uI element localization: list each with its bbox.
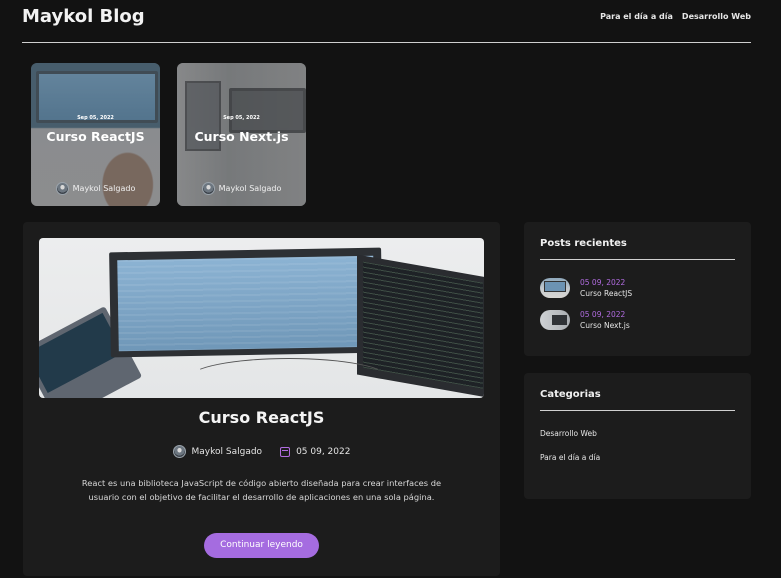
- avatar-icon: [201, 182, 215, 195]
- categories-heading: Categorias: [540, 389, 601, 400]
- post-title[interactable]: Curso ReactJS: [23, 408, 500, 427]
- site-header: Maykol Blog Para el día a día Desarrollo…: [22, 0, 751, 43]
- featured-card-reactjs[interactable]: Sep 05, 2022 Curso ReactJS Maykol Salgad…: [31, 63, 160, 206]
- divider: [540, 410, 735, 411]
- post-author: Maykol Salgado: [191, 446, 263, 457]
- avatar-icon: [55, 182, 69, 195]
- featured-card-nextjs[interactable]: Sep 05, 2022 Curso Next.js Maykol Salgad…: [177, 63, 306, 206]
- post-meta: Maykol Salgado 05 09, 2022: [23, 445, 500, 458]
- featured-card-author-name: Maykol Salgado: [72, 184, 136, 193]
- continue-reading-button[interactable]: Continuar leyendo: [204, 533, 319, 558]
- recent-post-title[interactable]: Curso Next.js: [580, 321, 630, 330]
- post-excerpt: React es una biblioteca JavaScript de có…: [81, 478, 442, 502]
- cable-illustration: [189, 358, 389, 398]
- categories-widget: Categorias Desarrollo Web Para el día a …: [524, 373, 751, 499]
- featured-card-title[interactable]: Curso Next.js: [177, 129, 306, 144]
- post-image[interactable]: [39, 238, 484, 398]
- site-brand[interactable]: Maykol Blog: [22, 6, 145, 27]
- recent-post-date: 05 09, 2022: [580, 278, 626, 287]
- recent-post-item[interactable]: 05 09, 2022 Curso Next.js: [540, 310, 630, 330]
- recent-post-thumbnail[interactable]: [540, 278, 570, 298]
- featured-card-author-name: Maykol Salgado: [218, 184, 282, 193]
- category-link-desarrollo-web[interactable]: Desarrollo Web: [540, 429, 597, 438]
- avatar-icon: [172, 445, 186, 458]
- featured-card-date: Sep 05, 2022: [223, 115, 260, 121]
- calendar-icon: [280, 446, 291, 457]
- recent-post-item[interactable]: 05 09, 2022 Curso ReactJS: [540, 278, 632, 298]
- featured-card-date: Sep 05, 2022: [77, 115, 114, 121]
- main-nav: Para el día a día Desarrollo Web: [600, 12, 751, 21]
- monitor-illustration: [109, 247, 383, 358]
- recent-post-thumbnail[interactable]: [540, 310, 570, 330]
- category-link-para-el-dia[interactable]: Para el día a día: [540, 453, 600, 462]
- post-card: Curso ReactJS Maykol Salgado 05 09, 2022…: [23, 222, 500, 576]
- recent-posts-widget: Posts recientes 05 09, 2022 Curso ReactJ…: [524, 222, 751, 356]
- post-date: 05 09, 2022: [296, 446, 351, 457]
- monitor-illustration: [229, 88, 306, 133]
- featured-card-author: Maykol Salgado: [31, 182, 160, 195]
- recent-post-date: 05 09, 2022: [580, 310, 626, 319]
- featured-card-author: Maykol Salgado: [177, 182, 306, 195]
- divider: [540, 259, 735, 260]
- nav-link-para-el-dia[interactable]: Para el día a día: [600, 12, 673, 21]
- nav-link-desarrollo-web[interactable]: Desarrollo Web: [682, 12, 751, 21]
- recent-posts-heading: Posts recientes: [540, 238, 627, 249]
- featured-card-title[interactable]: Curso ReactJS: [31, 129, 160, 144]
- recent-post-title[interactable]: Curso ReactJS: [580, 289, 632, 298]
